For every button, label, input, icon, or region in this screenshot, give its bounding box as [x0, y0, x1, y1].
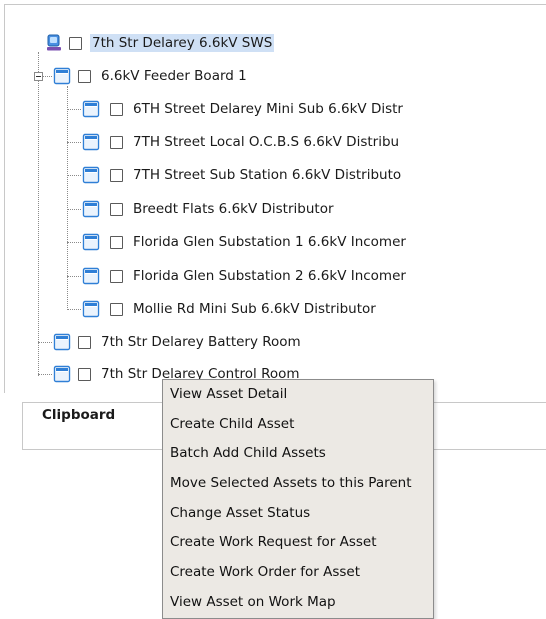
tree-guide-line	[38, 342, 52, 343]
tree-node-child[interactable]: Mollie Rd Mini Sub 6.6kV Distributor	[82, 297, 376, 321]
tree-node-checkbox[interactable]	[110, 135, 123, 149]
tree-node-checkbox[interactable]	[69, 36, 82, 50]
tree-node-label[interactable]: Mollie Rd Mini Sub 6.6kV Distributor	[133, 301, 376, 317]
tree-guide-line	[38, 52, 39, 376]
clipboard-title: Clipboard	[40, 407, 118, 423]
tree-node-root[interactable]: 7th Str Delarey 6.6kV SWS	[45, 31, 275, 55]
document-icon	[82, 233, 100, 251]
document-icon	[53, 365, 71, 383]
tree-guide-line	[38, 374, 52, 375]
tree-guide-line	[67, 175, 81, 176]
menu-item-create-work-request[interactable]: Create Work Request for Asset	[163, 528, 433, 558]
tree-node-label[interactable]: 7th Str Delarey 6.6kV SWS	[90, 34, 275, 52]
tree-node-checkbox[interactable]	[78, 69, 91, 83]
menu-item-batch-add-child-assets[interactable]: Batch Add Child Assets	[163, 439, 433, 469]
tree-node-child[interactable]: Florida Glen Substation 1 6.6kV Incomer	[82, 230, 406, 254]
menu-item-create-work-order[interactable]: Create Work Order for Asset	[163, 558, 433, 588]
document-icon	[82, 166, 100, 184]
menu-item-move-selected-assets[interactable]: Move Selected Assets to this Parent	[163, 469, 433, 499]
document-icon	[82, 200, 100, 218]
tree-guide-line	[67, 209, 81, 210]
tree-node-child[interactable]: 7TH Street Local O.C.B.S 6.6kV Distribu	[82, 130, 399, 154]
menu-item-view-on-work-map[interactable]: View Asset on Work Map	[163, 588, 433, 618]
tree-node-checkbox[interactable]	[78, 335, 91, 349]
tree-node-feeder-board[interactable]: 6.6kV Feeder Board 1	[53, 64, 247, 88]
document-icon	[53, 333, 71, 351]
tree-node-checkbox[interactable]	[110, 102, 123, 116]
tree-guide-line	[67, 242, 81, 243]
document-icon	[82, 300, 100, 318]
collapse-toggle-icon[interactable]	[34, 72, 43, 81]
tree-node-checkbox[interactable]	[78, 367, 91, 381]
tree-node-child[interactable]: 6TH Street Delarey Mini Sub 6.6kV Distr	[82, 97, 403, 121]
tree-node-checkbox[interactable]	[110, 269, 123, 283]
tree-node-child[interactable]: Breedt Flats 6.6kV Distributor	[82, 197, 334, 221]
tree-node-label[interactable]: 7TH Street Local O.C.B.S 6.6kV Distribu	[133, 134, 399, 150]
tree-node-checkbox[interactable]	[110, 168, 123, 182]
tree-node-label[interactable]: Florida Glen Substation 1 6.6kV Incomer	[133, 234, 406, 250]
menu-item-create-child-asset[interactable]: Create Child Asset	[163, 410, 433, 440]
server-icon	[47, 34, 61, 51]
tree-node-checkbox[interactable]	[110, 235, 123, 249]
document-icon	[82, 133, 100, 151]
tree-node-checkbox[interactable]	[110, 302, 123, 316]
tree-guide-line	[67, 309, 81, 310]
document-icon	[82, 100, 100, 118]
tree-node-label[interactable]: Florida Glen Substation 2 6.6kV Incomer	[133, 268, 406, 284]
tree-node-child[interactable]: Florida Glen Substation 2 6.6kV Incomer	[82, 264, 406, 288]
context-menu: View Asset Detail Create Child Asset Bat…	[162, 379, 434, 619]
tree-node-label[interactable]: 6TH Street Delarey Mini Sub 6.6kV Distr	[133, 101, 403, 117]
document-icon	[82, 267, 100, 285]
tree-guide-line	[43, 76, 52, 77]
tree-node-battery-room[interactable]: 7th Str Delarey Battery Room	[53, 330, 301, 354]
tree-guide-line	[67, 276, 81, 277]
tree-node-label[interactable]: Breedt Flats 6.6kV Distributor	[133, 201, 334, 217]
asset-tree-panel: 7th Str Delarey 6.6kV SWS 6.6kV Feeder B…	[4, 4, 546, 393]
tree-node-label[interactable]: 7th Str Delarey Battery Room	[101, 334, 301, 350]
menu-item-view-asset-detail[interactable]: View Asset Detail	[163, 380, 433, 410]
tree-guide-line	[67, 142, 81, 143]
tree-node-checkbox[interactable]	[110, 202, 123, 216]
document-icon	[53, 67, 71, 85]
menu-item-change-asset-status[interactable]: Change Asset Status	[163, 499, 433, 529]
tree-node-child[interactable]: 7TH Street Sub Station 6.6kV Distributo	[82, 163, 401, 187]
tree-node-label[interactable]: 6.6kV Feeder Board 1	[101, 68, 247, 84]
tree-node-label[interactable]: 7TH Street Sub Station 6.6kV Distributo	[133, 167, 401, 183]
tree-guide-line	[67, 109, 81, 110]
